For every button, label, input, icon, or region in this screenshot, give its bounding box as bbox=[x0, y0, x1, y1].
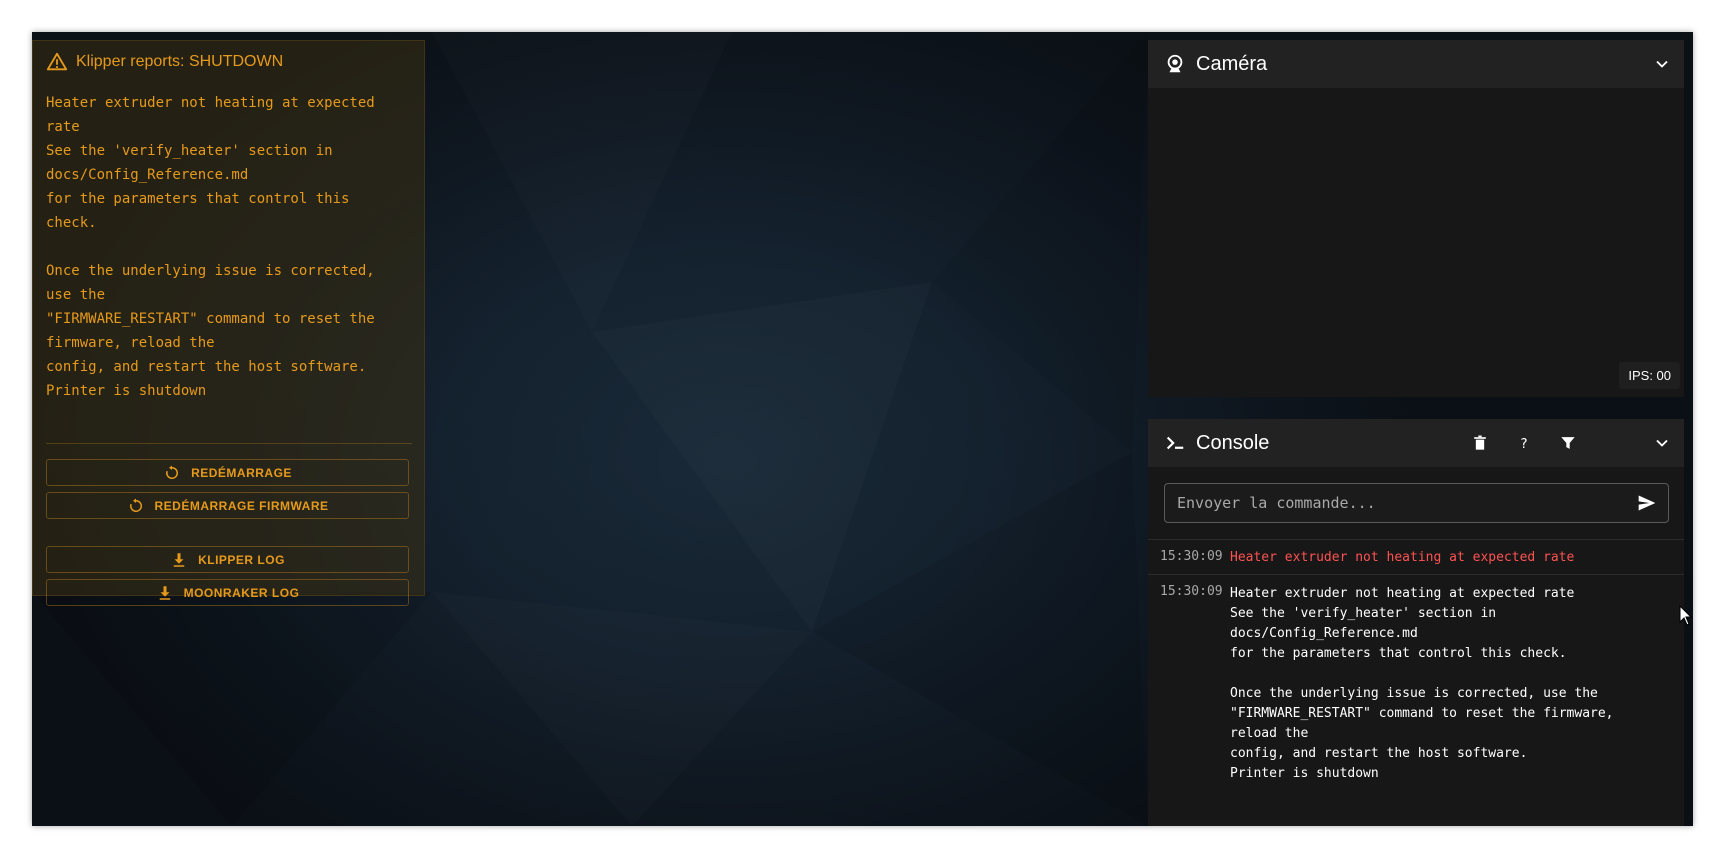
log-timestamp: 15:30:09 bbox=[1160, 584, 1223, 599]
console-panel: Console ? 15:30:09 He bbox=[1148, 419, 1684, 826]
klipper-log-button[interactable]: KLIPPER LOG bbox=[46, 546, 409, 573]
log-message: Heater extruder not heating at expected … bbox=[1230, 586, 1614, 781]
moonraker-log-button[interactable]: MOONRAKER LOG bbox=[46, 579, 409, 606]
moonraker-log-button-label: MOONRAKER LOG bbox=[183, 585, 300, 600]
command-input[interactable] bbox=[1177, 484, 1617, 522]
camera-title: Caméra bbox=[1196, 52, 1268, 75]
alert-icon bbox=[46, 52, 68, 71]
shutdown-header: Klipper reports: SHUTDOWN bbox=[46, 51, 283, 73]
chevron-down-icon[interactable] bbox=[1652, 54, 1672, 74]
log-entry: 15:30:09 Heater extruder not heating at … bbox=[1148, 582, 1684, 802]
mouse-cursor-icon bbox=[1679, 605, 1693, 626]
trash-icon[interactable] bbox=[1470, 433, 1490, 453]
download-icon bbox=[173, 552, 185, 567]
console-icon bbox=[1166, 436, 1184, 450]
camera-panel: Caméra IPS: 00 bbox=[1148, 40, 1684, 397]
help-icon[interactable]: ? bbox=[1514, 433, 1534, 453]
shutdown-message: Heater extruder not heating at expected … bbox=[46, 95, 375, 399]
log-message: Heater extruder not heating at expected … bbox=[1230, 550, 1575, 565]
app-window: Klipper reports: SHUTDOWN Heater extrude… bbox=[32, 32, 1693, 826]
shutdown-title: Klipper reports: SHUTDOWN bbox=[76, 53, 284, 70]
chevron-down-icon[interactable] bbox=[1652, 433, 1672, 453]
log-entry: 15:30:09 Heater extruder not heating at … bbox=[1148, 547, 1684, 569]
restart-button[interactable]: REDÉMARRAGE bbox=[46, 459, 409, 486]
firmware-restart-button[interactable]: REDÉMARRAGE FIRMWARE bbox=[46, 492, 409, 519]
firmware-restart-button-label: REDÉMARRAGE FIRMWARE bbox=[154, 498, 329, 513]
webcam-icon bbox=[1167, 54, 1183, 73]
restart-icon bbox=[129, 498, 142, 512]
restart-icon bbox=[166, 465, 179, 479]
fps-badge: IPS: 00 bbox=[1619, 362, 1680, 389]
console-header[interactable]: Console ? bbox=[1148, 419, 1684, 467]
send-icon[interactable] bbox=[1636, 493, 1658, 513]
camera-header[interactable]: Caméra bbox=[1148, 40, 1684, 88]
klipper-log-button-label: KLIPPER LOG bbox=[198, 552, 285, 567]
command-box bbox=[1164, 483, 1669, 523]
restart-button-label: REDÉMARRAGE bbox=[191, 465, 292, 480]
console-title: Console bbox=[1196, 431, 1270, 454]
log-separator bbox=[1148, 574, 1684, 575]
svg-text:?: ? bbox=[1520, 437, 1527, 452]
log-timestamp: 15:30:09 bbox=[1160, 549, 1223, 564]
shutdown-alert-panel: Klipper reports: SHUTDOWN Heater extrude… bbox=[32, 40, 425, 606]
log-separator bbox=[1148, 539, 1684, 540]
divider bbox=[46, 443, 412, 444]
download-icon bbox=[159, 585, 170, 600]
filter-icon[interactable] bbox=[1558, 433, 1578, 453]
